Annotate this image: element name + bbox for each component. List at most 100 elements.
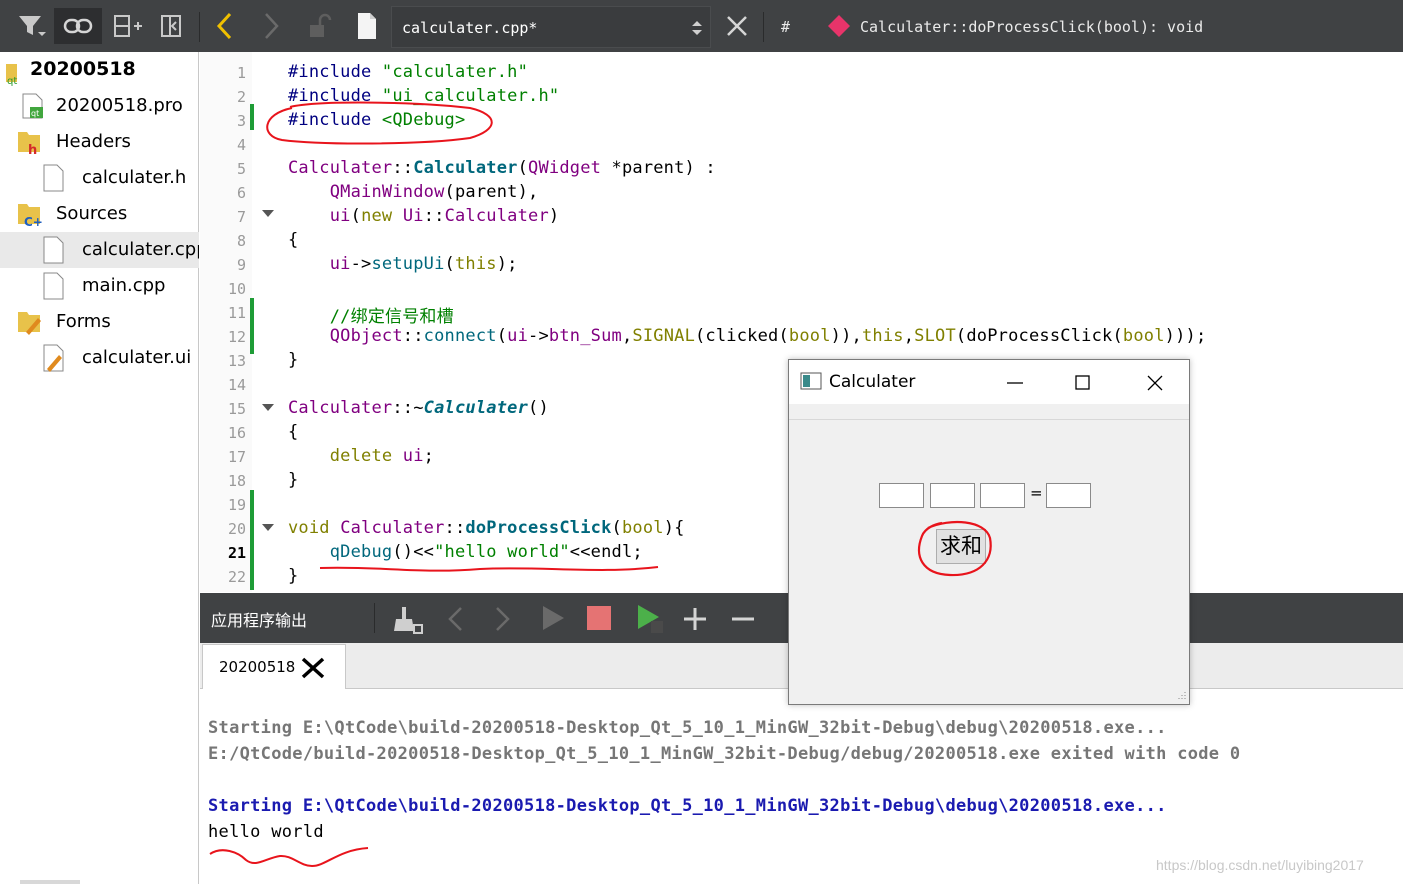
project-tree: qt 20200518 qt 20200518.pro h Headers ca… (0, 52, 199, 884)
code-line: void Calculater::doProcessClick(bool){ (288, 518, 685, 538)
tree-item-calculater-cpp[interactable]: calculater.cpp (0, 232, 199, 268)
fold-arrow-icon[interactable] (262, 404, 274, 411)
maximize-icon[interactable] (1073, 373, 1093, 393)
line-number: 19 (227, 496, 246, 514)
qt-project-icon: qt (6, 64, 17, 86)
filter-icon[interactable] (14, 8, 48, 44)
window-titlebar[interactable]: Calculater (789, 360, 1189, 404)
forward-arrow-icon[interactable] (254, 8, 288, 44)
code-line: { (288, 422, 299, 442)
sum-button[interactable]: 求和 (936, 529, 986, 564)
line-number: 15 (227, 400, 246, 418)
change-marker (250, 490, 254, 590)
watermark: https://blog.csdn.net/luyibing2017 (1156, 857, 1364, 873)
line-number: 18 (227, 472, 246, 490)
code-line: QMainWindow(parent), (329, 182, 539, 202)
code-line: //绑定信号和槽 (329, 307, 454, 327)
change-marker (250, 298, 254, 354)
line-number: 21 (227, 544, 246, 562)
file-name: calculater.cpp* (402, 19, 538, 37)
result-field[interactable] (1046, 483, 1091, 508)
code-line: ui(new Ui::Calculater) (329, 206, 560, 226)
tree-item-forms[interactable]: Forms (0, 304, 199, 340)
minimize-icon[interactable] (1005, 374, 1025, 392)
code-line: } (288, 470, 299, 490)
operator-field[interactable] (930, 483, 975, 508)
code-line: #include "ui_calculater.h" (288, 86, 560, 106)
tab-20200518[interactable]: 20200518 (202, 644, 346, 689)
project-root[interactable]: 20200518 (30, 58, 136, 80)
zoom-out-icon[interactable] (730, 606, 756, 632)
scrollbar[interactable] (20, 880, 80, 884)
line-number: 9 (236, 256, 246, 274)
close-document-icon[interactable] (720, 8, 754, 44)
tree-item-calculater-ui[interactable]: calculater.ui (0, 340, 199, 376)
zoom-in-icon[interactable] (682, 606, 708, 632)
next-arrow-icon[interactable] (492, 605, 512, 633)
code-line: QObject::connect(ui->btn_Sum,SIGNAL(clic… (329, 326, 1207, 346)
svg-text:C+: C+ (24, 215, 43, 228)
symbol-icon (822, 8, 856, 44)
code-line: ui->setupUi(this); (329, 254, 518, 274)
separator (199, 12, 200, 42)
equals-label: = (1030, 484, 1043, 502)
change-marker (250, 104, 254, 130)
run-icon[interactable] (540, 604, 566, 632)
code-line: #include <QDebug> (288, 110, 466, 130)
line-number: 12 (227, 328, 246, 346)
symbol-hash: # (781, 18, 791, 36)
headers-folder-icon: h (18, 132, 40, 156)
link-icon[interactable] (54, 8, 102, 44)
line-number: 7 (236, 208, 246, 226)
split-add-icon[interactable] (108, 8, 148, 44)
close-sidebar-icon[interactable] (154, 8, 188, 44)
fold-arrow-icon[interactable] (262, 210, 274, 217)
code-line: #include "calculater.h" (288, 62, 529, 82)
code-line: Calculater::~Calculater() (288, 398, 549, 418)
output-line: E:/QtCode/build-20200518-Desktop_Qt_5_10… (208, 744, 1241, 764)
line-number: 22 (227, 568, 246, 586)
ui-file-icon (43, 344, 64, 372)
lock-icon[interactable] (302, 8, 336, 44)
updown-icon (692, 21, 702, 35)
code-line: } (288, 566, 299, 586)
operand-field-1[interactable] (879, 483, 924, 508)
tree-item-pro[interactable]: qt 20200518.pro (0, 88, 199, 124)
output-line: Starting E:\QtCode\build-20200518-Deskto… (208, 796, 1167, 816)
line-number: 8 (236, 232, 246, 250)
line-number: 2 (236, 88, 246, 106)
size-grip-icon[interactable] (1177, 690, 1187, 700)
code-line: qDebug()<<"hello world"<<endl; (329, 542, 643, 562)
tree-item-sources[interactable]: C+ Sources (0, 196, 199, 232)
tree-item-headers[interactable]: h Headers (0, 124, 199, 160)
close-window-icon[interactable] (1145, 373, 1165, 393)
tree-item-calculater-h[interactable]: calculater.h (0, 160, 199, 196)
svg-text:h: h (28, 143, 37, 156)
clear-broom-icon[interactable] (392, 603, 424, 635)
line-number: 5 (236, 160, 246, 178)
file-icon (43, 164, 64, 192)
qt-pro-file-icon: qt (22, 93, 43, 119)
output-line: hello world (208, 822, 324, 842)
sources-folder-icon: C+ (18, 204, 43, 228)
line-number: 11 (227, 304, 246, 322)
line-number: 1 (236, 64, 246, 82)
file-selector[interactable]: calculater.cpp* (391, 6, 711, 48)
close-tab-icon[interactable] (300, 656, 326, 680)
stop-icon[interactable] (586, 605, 612, 631)
editor-toolbar: calculater.cpp* # Calculater::doProcessC… (0, 0, 1403, 52)
line-number: 20 (227, 520, 246, 538)
forms-folder-icon (18, 312, 41, 335)
operand-field-2[interactable] (980, 483, 1025, 508)
back-arrow-icon[interactable] (208, 8, 242, 44)
line-number: 16 (227, 424, 246, 442)
line-number-gutter: 1 2 3 4 5 6 7 8 9 10 11 12 13 14 15 16 17 18 19 20 21 22 (200, 52, 252, 592)
svg-text:qt: qt (31, 109, 39, 118)
debug-run-icon[interactable] (635, 603, 665, 635)
file-icon (43, 236, 64, 264)
fold-arrow-icon[interactable] (262, 524, 274, 531)
prev-arrow-icon[interactable] (446, 605, 466, 633)
symbol-selector[interactable]: Calculater::doProcessClick(bool): void (860, 18, 1203, 36)
window-menubar (789, 404, 1189, 420)
tree-item-main-cpp[interactable]: main.cpp (0, 268, 199, 304)
